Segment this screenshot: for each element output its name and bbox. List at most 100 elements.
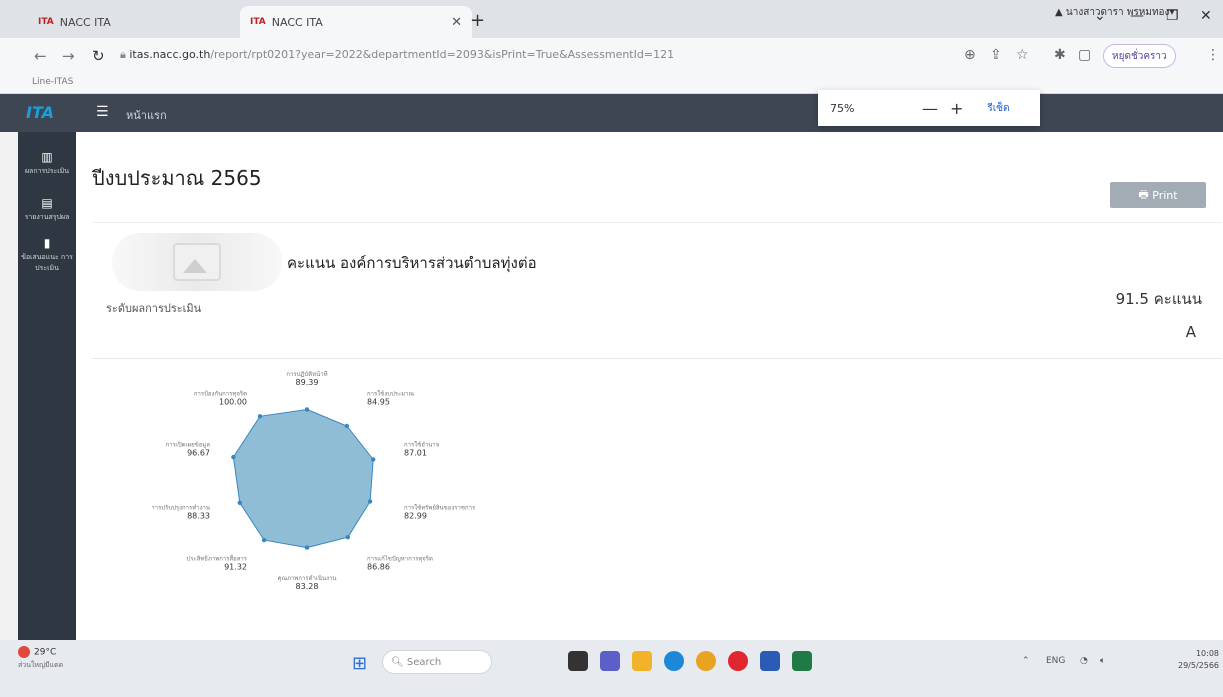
- grade-badge: A: [1185, 323, 1196, 341]
- file-explorer-icon[interactable]: [632, 651, 652, 671]
- print-label: Print: [1152, 188, 1178, 202]
- sidepanel-icon[interactable]: ▢: [1078, 47, 1091, 63]
- favicon-icon: ITA: [38, 17, 54, 27]
- radar-category-label: คุณภาพการดำเนินงาน: [277, 575, 336, 582]
- hamburger-menu-icon[interactable]: ☰: [96, 104, 109, 120]
- radar-value-label: 86.86: [367, 563, 390, 572]
- sidebar-item-report[interactable]: ▤ รายงานสรุปผล: [18, 196, 76, 223]
- radar-point[interactable]: [371, 457, 376, 462]
- lock-icon: 🔒︎: [120, 48, 130, 61]
- volume-icon[interactable]: 🔈︎: [1100, 656, 1105, 666]
- home-link[interactable]: หน้าแรก: [126, 106, 167, 124]
- extensions-icon[interactable]: ✱: [1054, 47, 1066, 63]
- radar-category-label: การเปิดเผยข้อมูล: [166, 442, 211, 449]
- image-placeholder-icon: [173, 243, 221, 281]
- zoom-reset-button[interactable]: รีเซ็ต: [987, 101, 1009, 116]
- address-bar: ← → ↻ 🔒︎ itas.nacc.go.th/report/rpt0201?…: [0, 38, 1223, 74]
- radar-point[interactable]: [304, 407, 310, 412]
- share-icon[interactable]: ⇪: [990, 47, 1002, 63]
- sidebar: ▥ ผลการประเมิน ▤ รายงานสรุปผล ▮ ข้อเสนอแ…: [18, 132, 76, 640]
- close-window-icon[interactable]: ✕: [1200, 8, 1212, 24]
- document-icon: ▤: [41, 196, 53, 210]
- radar-category-label: การใช้ทรัพย์สินของราชการ: [404, 504, 476, 512]
- bookmark-star-icon[interactable]: ☆: [1016, 47, 1029, 63]
- radar-category-label: การปรับปรุงการทำงาน: [152, 505, 210, 512]
- score-title: คะแนน องค์การบริหารส่วนตำบลทุ่งต่อ: [287, 254, 537, 272]
- search-placeholder: Search: [406, 656, 442, 668]
- bookmark-item[interactable]: Line-ITAS: [32, 77, 73, 87]
- radar-value-label: 83.28: [296, 582, 319, 591]
- sidebar-item-suggestions[interactable]: ▮ ข้อเสนอแนะ การประเมิน: [18, 236, 76, 274]
- radar-category-label: การใช้อำนาจ: [404, 441, 439, 449]
- score-value: 91.5 คะแนน: [1115, 290, 1202, 308]
- weather-widget[interactable]: 29°C ส่วนใหญ่มีแดด: [18, 646, 63, 671]
- print-button[interactable]: 🖶︎ Print: [1110, 182, 1206, 208]
- forward-icon[interactable]: →: [62, 47, 75, 65]
- windows-start-icon[interactable]: ⊞: [352, 653, 367, 674]
- clock-time: 10:08: [1195, 649, 1220, 658]
- radar-point[interactable]: [237, 500, 242, 505]
- profile-button[interactable]: หยุดชั่วคราว: [1103, 44, 1176, 68]
- radar-value-label: 100.00: [219, 398, 247, 407]
- radar-value-label: 89.39: [296, 378, 319, 387]
- tab-label: NACC ITA: [59, 15, 111, 29]
- radar-value-label: 96.67: [187, 449, 210, 458]
- sidebar-item-label: ผลการประเมิน: [24, 167, 70, 175]
- sidebar-item-results[interactable]: ▥ ผลการประเมิน: [18, 150, 76, 177]
- radar-point[interactable]: [304, 545, 310, 550]
- language-indicator[interactable]: ENG: [1046, 656, 1065, 666]
- radar-category-label: การป้องกันการทุจริต: [194, 391, 247, 398]
- url-field[interactable]: 🔒︎ itas.nacc.go.th/report/rpt0201?year=2…: [120, 48, 674, 62]
- radar-point[interactable]: [261, 537, 267, 543]
- chrome-icon[interactable]: [696, 651, 716, 671]
- new-tab-icon[interactable]: +: [470, 10, 485, 31]
- radar-point[interactable]: [231, 454, 236, 460]
- word-icon[interactable]: [760, 651, 780, 671]
- reload-icon[interactable]: ↻: [92, 47, 105, 65]
- radar-area: [232, 408, 374, 549]
- radar-point[interactable]: [345, 535, 350, 540]
- zoom-in-button[interactable]: +: [950, 99, 963, 118]
- weather-icon: [18, 646, 30, 658]
- organization-logo: [112, 233, 282, 291]
- zoom-level: 75%: [830, 101, 855, 115]
- search-icon: 🔍︎: [391, 656, 407, 668]
- chevron-down-icon: ▾: [1169, 7, 1175, 18]
- radar-value-label: 88.33: [187, 512, 210, 521]
- taskbar-search[interactable]: 🔍︎ Search: [382, 650, 492, 674]
- browser-tab-bar: ITA NACC ITA ✕ ITA NACC ITA ✕ + ⌄ — ❐ ✕: [0, 0, 1223, 38]
- radar-point[interactable]: [257, 414, 263, 419]
- system-clock[interactable]: 10:08 29/5/2566: [1178, 648, 1219, 672]
- brand-logo[interactable]: ITA: [26, 103, 54, 122]
- url-path: /report/rpt0201?year=2022&departmentId=2…: [210, 48, 675, 61]
- radar-point[interactable]: [367, 499, 373, 504]
- close-tab-icon[interactable]: ✕: [451, 15, 462, 30]
- radar-point[interactable]: [344, 423, 350, 429]
- printer-icon: 🖶︎: [1138, 187, 1153, 201]
- radar-value-label: 82.99: [404, 512, 427, 521]
- radar-value-label: 84.95: [367, 398, 390, 407]
- favicon-icon: ITA: [250, 17, 266, 27]
- taskbar: 29°C ส่วนใหญ่มีแดด ⊞ 🔍︎ Search ⌃ ENG ◔ 🔈…: [0, 640, 1223, 697]
- opera-icon[interactable]: [728, 651, 748, 671]
- zoom-icon[interactable]: ⊕: [964, 47, 976, 63]
- sidebar-item-label: ข้อเสนอแนะ การประเมิน: [21, 253, 73, 272]
- zoom-out-button[interactable]: —: [922, 99, 938, 118]
- radar-value-label: 87.01: [404, 449, 427, 458]
- score-card: คะแนน องค์การบริหารส่วนตำบลทุ่งต่อ ระดับ…: [92, 222, 1222, 602]
- wifi-icon[interactable]: ◔: [1080, 656, 1088, 666]
- browser-tab[interactable]: ITA NACC ITA ✕: [28, 6, 260, 38]
- edge-icon[interactable]: [664, 651, 684, 671]
- task-view-icon[interactable]: [568, 651, 588, 671]
- excel-icon[interactable]: [792, 651, 812, 671]
- weather-desc: ส่วนใหญ่มีแดด: [18, 661, 64, 669]
- browser-tab-active[interactable]: ITA NACC ITA ✕: [240, 6, 472, 38]
- menu-kebab-icon[interactable]: ⋮: [1206, 47, 1220, 63]
- temperature: 29°C: [34, 647, 57, 658]
- user-menu[interactable]: ▲ นางสาวดารา พรหมทอง▾: [1055, 5, 1174, 20]
- tray-chevron-up-icon[interactable]: ⌃: [1022, 656, 1030, 666]
- radar-category-label: ประสิทธิภาพการสื่อสาร: [186, 555, 247, 563]
- teams-icon[interactable]: [600, 651, 620, 671]
- back-icon[interactable]: ←: [34, 47, 47, 65]
- sidebar-item-label: รายงานสรุปผล: [24, 213, 70, 221]
